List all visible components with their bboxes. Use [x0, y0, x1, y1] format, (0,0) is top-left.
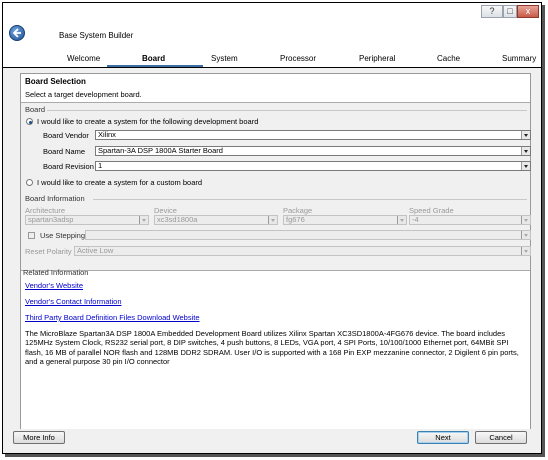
- stepping-select[interactable]: [85, 230, 531, 240]
- custom-board-option-label: I would like to create a system for a cu…: [37, 178, 203, 187]
- speed-grade-label: Speed Grade: [409, 206, 454, 215]
- device-value: xc3sd1800a: [157, 215, 198, 224]
- vendor-website-link[interactable]: Vendor's Website: [25, 281, 83, 290]
- wizard-steps: Welcome Board System Processor Periphera…: [3, 53, 541, 68]
- arrow-left-icon: [12, 28, 21, 38]
- section-header: Board Selection Select a target developm…: [21, 74, 530, 103]
- reset-polarity-label: Reset Polarity: [25, 247, 72, 256]
- related-info-legend: Related Information: [23, 268, 89, 277]
- chevron-down-icon: [397, 216, 406, 224]
- third-party-download-link[interactable]: Third Party Board Definition Files Downl…: [25, 313, 200, 322]
- tab-processor[interactable]: Processor: [280, 54, 316, 63]
- close-button[interactable]: x: [517, 5, 539, 18]
- title-bar: ? □ x Base System Builder: [3, 3, 541, 53]
- package-value: fg676: [286, 215, 305, 224]
- board-vendor-select[interactable]: Xilinx: [95, 130, 531, 140]
- board-name-value: Spartan-3A DSP 1800A Starter Board: [98, 146, 223, 155]
- board-vendor-label: Board Vendor: [43, 131, 89, 140]
- section-subtitle: Select a target development board.: [25, 90, 142, 99]
- app-title: Base System Builder: [59, 31, 134, 40]
- tab-peripheral[interactable]: Peripheral: [359, 54, 395, 63]
- board-revision-label: Board Revision: [43, 162, 94, 171]
- chevron-down-icon: [139, 216, 148, 224]
- chevron-down-icon: [521, 216, 530, 224]
- related-info-panel: Related Information Vendor's Website Ven…: [21, 268, 530, 429]
- board-info-divider: [93, 199, 527, 200]
- next-button[interactable]: Next: [417, 431, 469, 444]
- architecture-value: spartan3adsp: [28, 215, 74, 224]
- help-button[interactable]: ?: [481, 5, 503, 18]
- architecture-label: Architecture: [25, 206, 66, 215]
- board-name-select[interactable]: Spartan-3A DSP 1800A Starter Board: [95, 146, 531, 156]
- tab-board[interactable]: Board: [142, 54, 165, 63]
- tab-welcome[interactable]: Welcome: [67, 54, 100, 63]
- chevron-down-icon: [521, 147, 530, 155]
- chevron-down-icon: [521, 231, 530, 239]
- board-revision-select[interactable]: 1: [95, 161, 531, 171]
- custom-board-radio[interactable]: [26, 179, 33, 186]
- board-group-divider: [47, 110, 527, 111]
- board-group-legend: Board: [25, 105, 46, 114]
- speed-grade-value: -4: [412, 215, 419, 224]
- use-stepping-label: Use Stepping: [40, 231, 86, 240]
- chevron-down-icon: [521, 247, 530, 255]
- dev-board-option-label: I would like to create a system for the …: [37, 117, 259, 126]
- chevron-down-icon: [268, 216, 277, 224]
- wizard-window: ? □ x Base System Builder Welcome Board …: [2, 2, 542, 454]
- speed-grade-select[interactable]: -4: [409, 215, 531, 225]
- board-info-legend: Board Information: [25, 194, 85, 203]
- board-revision-value: 1: [98, 161, 103, 170]
- use-stepping-checkbox[interactable]: [28, 232, 35, 239]
- content-panel: Board Selection Select a target developm…: [20, 73, 531, 429]
- device-label: Device: [154, 206, 177, 215]
- board-description: The MicroBlaze Spartan3A DSP 1800A Embed…: [25, 329, 519, 366]
- package-select[interactable]: fg676: [283, 215, 407, 225]
- architecture-select[interactable]: spartan3adsp: [25, 215, 149, 225]
- vendor-contact-link[interactable]: Vendor's Contact Information: [25, 297, 122, 306]
- section-title: Board Selection: [25, 77, 86, 86]
- maximize-button[interactable]: □: [503, 5, 517, 18]
- reset-polarity-select[interactable]: Active Low: [74, 246, 531, 256]
- chevron-down-icon: [521, 162, 530, 170]
- tab-system[interactable]: System: [211, 54, 238, 63]
- more-info-button[interactable]: More Info: [13, 431, 65, 444]
- active-step-indicator: [107, 65, 203, 67]
- cancel-button[interactable]: Cancel: [475, 431, 527, 444]
- chevron-down-icon: [521, 131, 530, 139]
- back-button[interactable]: [9, 25, 25, 41]
- reset-polarity-value: Active Low: [77, 246, 114, 255]
- dev-board-radio[interactable]: [26, 118, 33, 125]
- board-vendor-value: Xilinx: [98, 130, 116, 139]
- package-label: Package: [283, 206, 313, 215]
- tab-cache[interactable]: Cache: [437, 54, 460, 63]
- device-select[interactable]: xc3sd1800a: [154, 215, 278, 225]
- tab-summary[interactable]: Summary: [502, 54, 536, 63]
- board-name-label: Board Name: [43, 147, 86, 156]
